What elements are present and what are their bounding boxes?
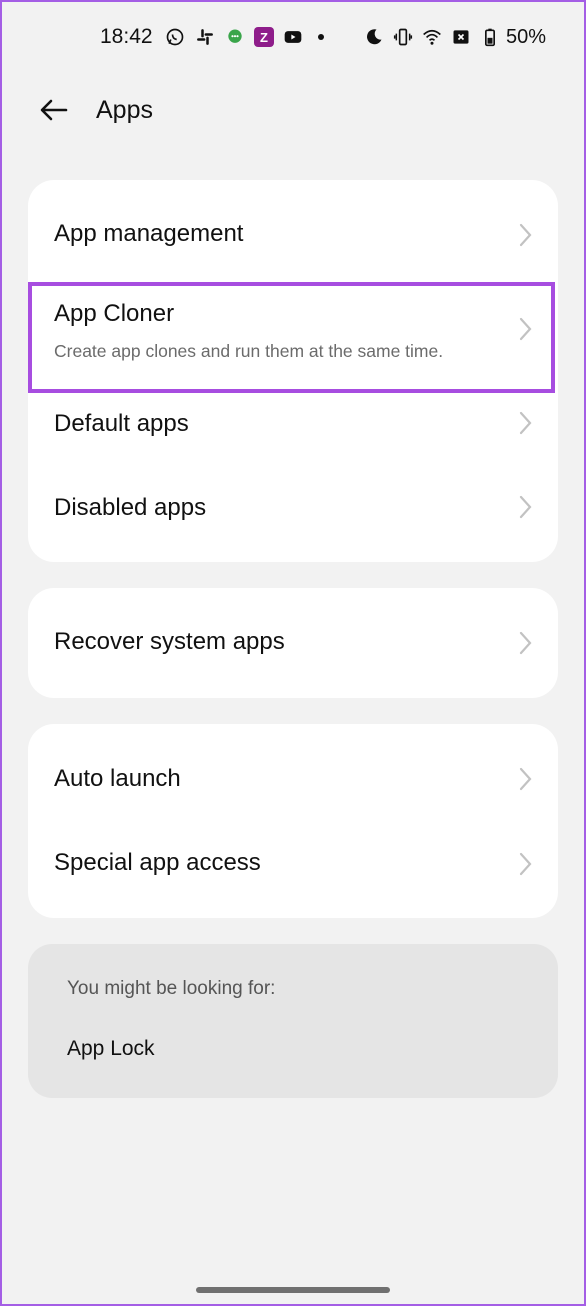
suggestions-panel: You might be looking for: App Lock [28, 944, 558, 1098]
home-indicator[interactable] [196, 1287, 390, 1293]
app-management-label: App management [54, 220, 244, 247]
default-apps-item[interactable]: Default apps [28, 384, 558, 470]
chevron-right-icon [516, 493, 534, 521]
system-status-icons: 50% [363, 26, 546, 49]
apps-settings-group-3: Auto launch Special app access [28, 724, 558, 918]
app-management-item[interactable]: App management [28, 180, 558, 290]
chevron-right-icon [516, 850, 534, 878]
battery-icon [479, 26, 501, 48]
notification-icons: Z [164, 26, 324, 48]
sim-off-icon [450, 26, 472, 48]
back-arrow-icon[interactable] [34, 90, 74, 130]
chevron-right-icon [516, 221, 534, 249]
youtube-icon [282, 26, 304, 48]
auto-launch-item[interactable]: Auto launch [28, 724, 558, 824]
special-app-access-label: Special app access [54, 849, 261, 876]
special-app-access-item[interactable]: Special app access [28, 824, 558, 918]
battery-percent: 50% [505, 25, 546, 48]
chevron-right-icon [516, 629, 534, 657]
status-time: 18:42 [100, 25, 153, 48]
suggestion-app-lock[interactable]: App Lock [67, 1037, 155, 1061]
dot-icon [318, 34, 324, 40]
app-bar: Apps [0, 80, 586, 142]
recover-system-apps-item[interactable]: Recover system apps [28, 588, 558, 698]
default-apps-label: Default apps [54, 410, 189, 437]
chat-icon [224, 26, 246, 48]
highlight-box [28, 282, 555, 393]
disabled-apps-item[interactable]: Disabled apps [28, 468, 558, 554]
slack-icon [194, 26, 216, 48]
wifi-icon [421, 26, 443, 48]
disabled-apps-label: Disabled apps [54, 494, 207, 521]
z-app-icon: Z [254, 27, 274, 47]
auto-launch-label: Auto launch [54, 765, 181, 792]
moon-icon [363, 26, 385, 48]
page-title: Apps [96, 96, 153, 124]
whatsapp-icon [164, 26, 186, 48]
status-bar: 18:42 Z 50% [0, 18, 586, 56]
vibrate-icon [392, 26, 414, 48]
apps-settings-group-2: Recover system apps [28, 588, 558, 698]
recover-system-apps-label: Recover system apps [54, 628, 285, 655]
chevron-right-icon [516, 765, 534, 793]
suggestions-label: You might be looking for: [67, 978, 276, 999]
chevron-right-icon [516, 409, 534, 437]
